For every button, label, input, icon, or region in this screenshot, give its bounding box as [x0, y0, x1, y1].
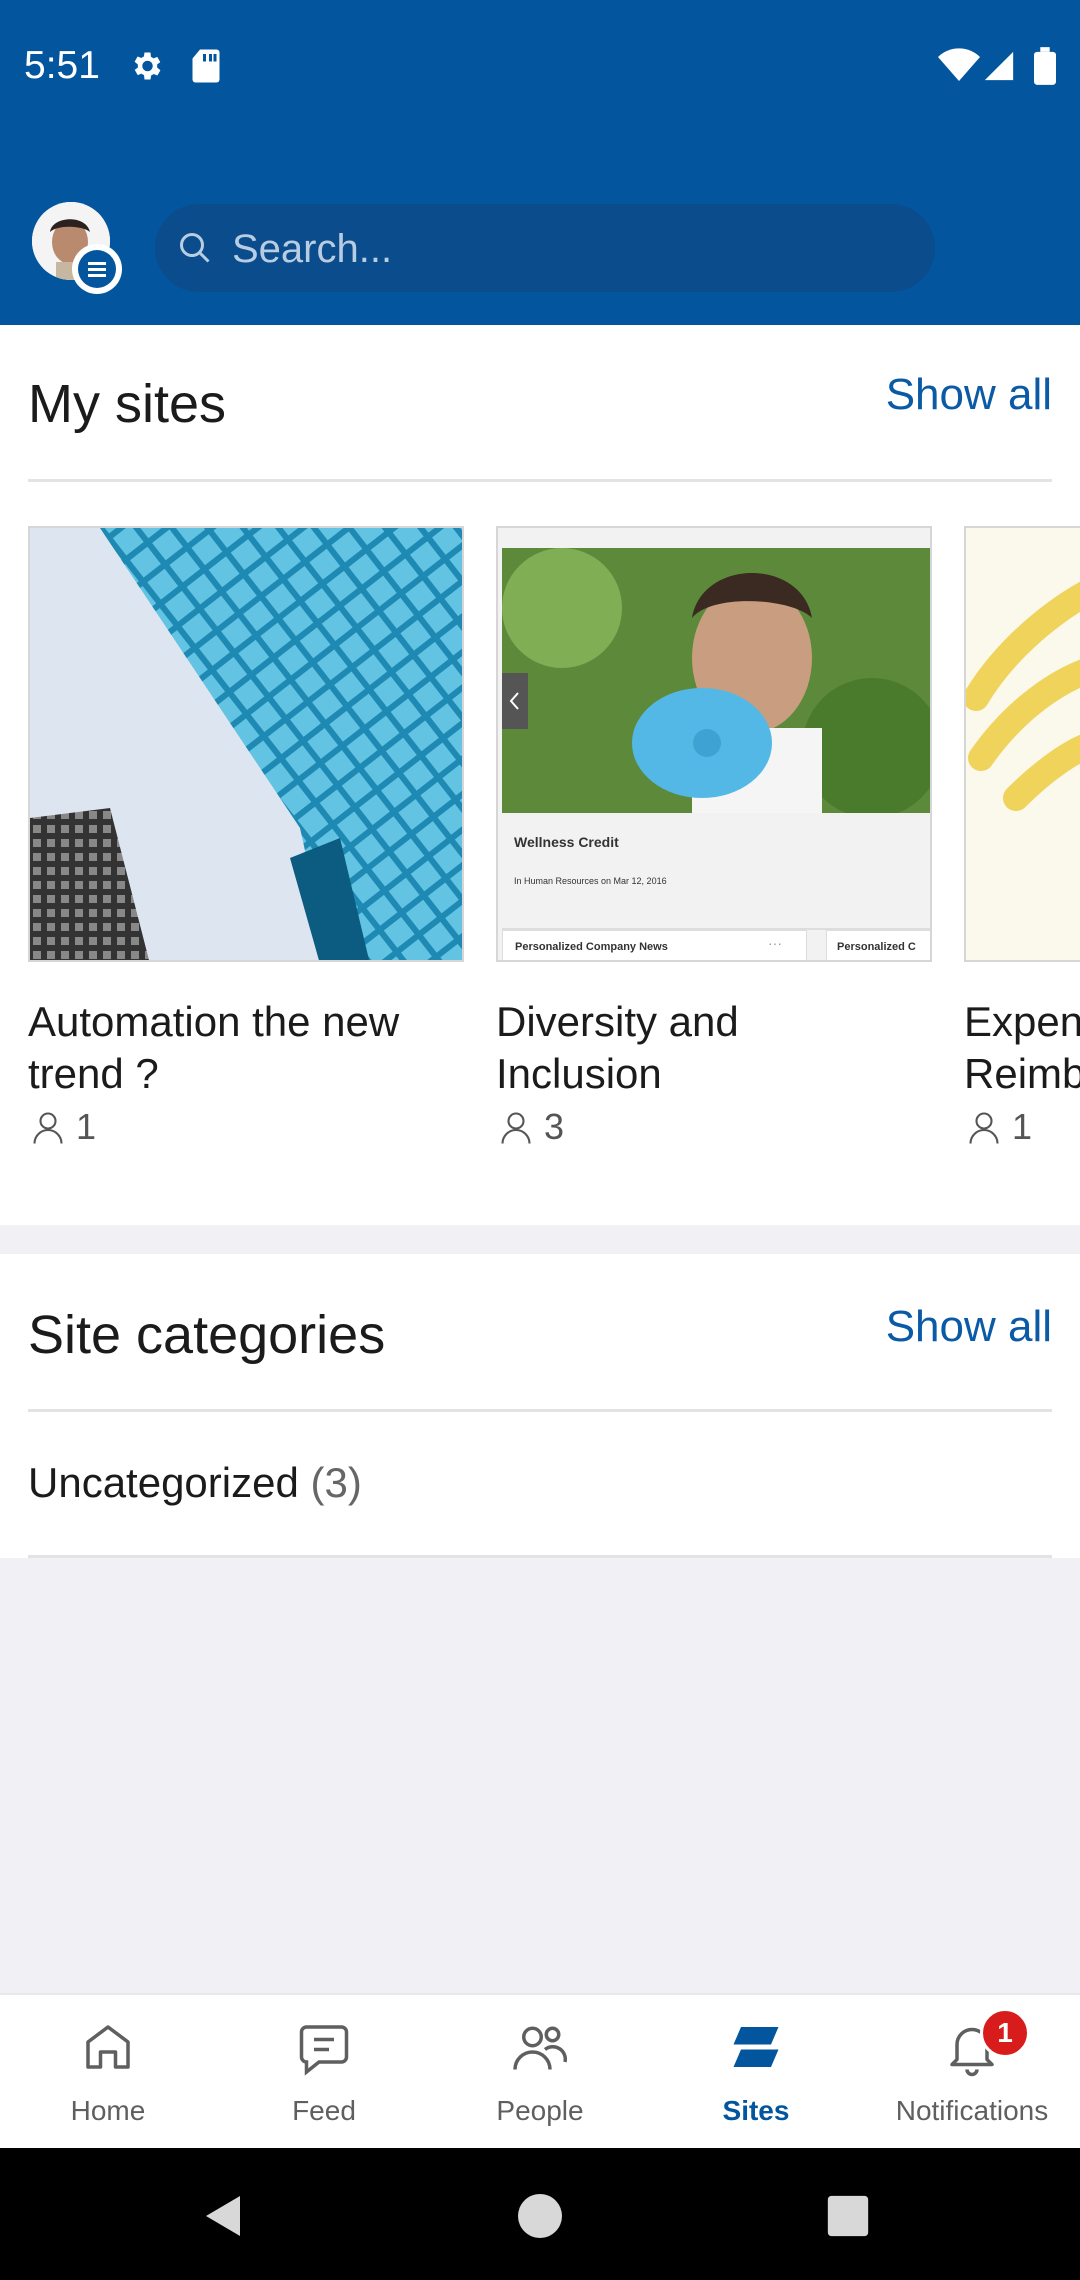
preview-news-meta: In Human Resources on Mar 12, 2016 — [514, 876, 667, 886]
nav-label: Notifications — [895, 2095, 1049, 2126]
person-icon — [969, 1112, 999, 1144]
divider — [28, 1555, 1052, 1558]
search-bar[interactable] — [155, 204, 935, 294]
wifi-icon — [938, 48, 980, 81]
site-card-expense[interactable] — [964, 526, 1080, 962]
people-icon — [513, 2026, 568, 2070]
site-card-title[interactable]: Automation the new trend ? — [28, 996, 448, 1100]
nav-notifications[interactable]: Notifications — [864, 1995, 1080, 2150]
site-image-building — [30, 528, 462, 960]
site-card-automation[interactable] — [28, 526, 464, 962]
signal-icon — [984, 51, 1014, 81]
search-icon — [180, 233, 210, 263]
nav-feed[interactable]: Feed — [216, 1995, 432, 2150]
nav-label: People — [496, 2095, 584, 2126]
battery-icon — [1034, 47, 1056, 85]
nav-people[interactable]: People — [432, 1995, 648, 2150]
person-icon — [33, 1112, 63, 1144]
my-sites-show-all-link[interactable]: Show all — [886, 370, 1052, 420]
category-item-uncategorized[interactable]: Uncategorized (3) — [28, 1459, 362, 1507]
nav-home[interactable]: Home — [0, 1995, 216, 2150]
my-sites-title: My sites — [28, 374, 227, 434]
site-categories-title: Site categories — [28, 1305, 386, 1365]
site-categories-section: Site categories Show all Uncategorized (… — [0, 1254, 1080, 1558]
member-count: 1 — [30, 1106, 96, 1148]
site-card-title[interactable]: Expen Reimb — [964, 996, 1080, 1100]
status-time: 5:51 — [24, 44, 100, 87]
nav-label: Home — [70, 2095, 146, 2126]
bottom-navigation: Home Feed People Sites Notifications — [0, 1993, 1080, 2150]
site-card-title[interactable]: Diversity and Inclusion — [496, 996, 916, 1100]
member-count: 3 — [498, 1106, 564, 1148]
menu-badge[interactable] — [72, 244, 122, 294]
recents-icon[interactable] — [826, 2194, 870, 2238]
person-icon — [501, 1112, 531, 1144]
chevron-left-icon — [509, 692, 519, 710]
system-navigation-bar — [0, 2148, 1080, 2280]
notification-badge: 1 — [980, 2008, 1030, 2058]
divider — [28, 479, 1052, 482]
home-circle-icon[interactable] — [516, 2192, 564, 2240]
status-bar: 5:51 — [0, 0, 1080, 135]
more-icon: ··· — [768, 935, 782, 951]
site-image-abstract — [966, 528, 1080, 960]
member-count: 1 — [966, 1106, 1032, 1148]
carousel-prev-button[interactable] — [502, 673, 528, 729]
nav-label: Sites — [722, 2095, 790, 2126]
nav-label: Feed — [292, 2095, 356, 2126]
sites-icon — [733, 2027, 779, 2067]
app-header: 5:51 — [0, 0, 1080, 325]
preview-tab-label: Personalized Company News — [515, 941, 668, 953]
site-image-piggy-bank — [502, 548, 930, 813]
back-icon[interactable] — [200, 2192, 248, 2240]
hamburger-icon — [88, 262, 106, 277]
preview-tab-label: Personalized C — [837, 941, 916, 953]
home-icon — [86, 2025, 130, 2069]
nav-sites[interactable]: Sites — [648, 1995, 864, 2150]
sd-card-icon — [192, 49, 220, 83]
feed-icon — [299, 2025, 349, 2076]
divider — [28, 1409, 1052, 1412]
settings-icon — [134, 52, 161, 80]
search-input[interactable] — [230, 204, 914, 294]
site-card-diversity[interactable]: Wellness Credit In Human Resources on Ma… — [496, 526, 932, 962]
site-categories-show-all-link[interactable]: Show all — [886, 1302, 1052, 1352]
preview-news-title: Wellness Credit — [514, 834, 619, 850]
